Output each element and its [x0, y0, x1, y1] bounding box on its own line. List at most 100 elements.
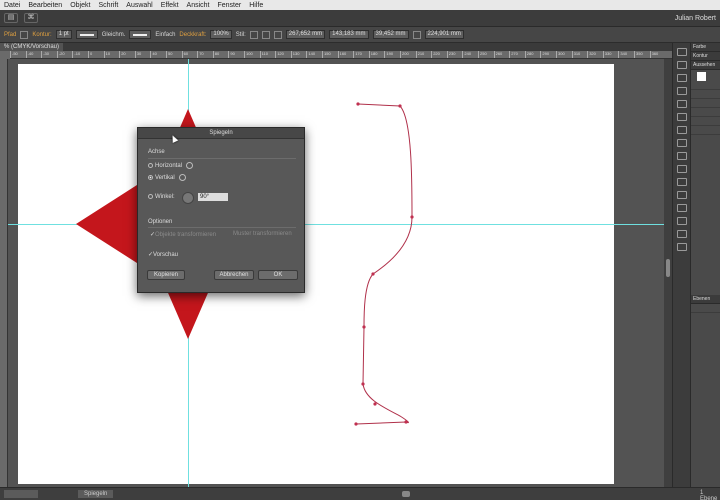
vertical-ruler[interactable]	[0, 59, 8, 487]
cancel-button[interactable]: Abbrechen	[214, 270, 254, 280]
ruler-tick-label: 250	[478, 51, 487, 58]
selection-type-label: Pfad	[4, 31, 17, 38]
selection-tool-icon[interactable]	[676, 48, 687, 56]
brush-definition[interactable]	[129, 30, 152, 39]
copy-button[interactable]: Kopieren	[147, 270, 185, 280]
vertical-option[interactable]: Vertikal	[148, 174, 186, 181]
opacity-label[interactable]: Deckkraft:	[179, 32, 206, 38]
artboard-navigation[interactable]: Spiegeln	[78, 490, 114, 498]
angle-radio[interactable]	[148, 194, 153, 199]
ruler-tick-label: 330	[602, 51, 611, 58]
appearance-row[interactable]	[691, 90, 720, 99]
angle-option[interactable]: Winkel:	[148, 194, 175, 200]
y-coordinate-field[interactable]: 143,183 mm	[329, 30, 369, 39]
pencil-tool-icon[interactable]	[676, 152, 687, 160]
stroke-label[interactable]: Kontur:	[32, 32, 51, 38]
horizontal-ruler[interactable]: -50 -40 -30 -20 -10 0 10 20 30 40 50 60 70 80 90 100 110…	[10, 51, 672, 59]
ruler-tick-label: 80	[212, 51, 219, 58]
type-tool-icon[interactable]	[676, 100, 687, 108]
ruler-tick-label: 230	[446, 51, 455, 58]
stroke-weight-field[interactable]: 1 pt	[55, 30, 72, 39]
dialog-title[interactable]: Spiegeln	[138, 128, 304, 139]
width-field[interactable]: 39,452 mm	[372, 30, 409, 39]
control-bar: Pfad Kontur: 1 pt Gleichm. Einfach Deckk…	[0, 27, 720, 43]
appearance-row[interactable]	[691, 126, 720, 135]
vertical-scroll-thumb[interactable]	[666, 259, 670, 277]
canvas[interactable]	[8, 59, 664, 487]
menu-effekt[interactable]: Effekt	[157, 2, 183, 9]
align-icon[interactable]	[261, 30, 270, 39]
angle-input[interactable]: 90°	[198, 193, 228, 201]
menu-hilfe[interactable]: Hilfe	[245, 2, 267, 9]
line-tool-icon[interactable]	[676, 113, 687, 121]
transform-patterns-option[interactable]: Muster transformieren	[233, 231, 292, 237]
document-tab-bar: % (CMYK/Vorschau)	[0, 43, 720, 51]
menu-datei[interactable]: Datei	[0, 2, 24, 9]
ruler-origin[interactable]	[0, 51, 10, 59]
menu-objekt[interactable]: Objekt	[66, 2, 94, 9]
ruler-tick-label: 120	[275, 51, 284, 58]
vertical-scrollbar[interactable]	[664, 59, 672, 487]
reference-point-icon[interactable]	[273, 30, 282, 39]
gradient-tool-icon[interactable]	[676, 230, 687, 238]
layer-row[interactable]	[691, 304, 720, 313]
horizontal-axis-icon	[186, 162, 194, 169]
width-tool-icon[interactable]	[676, 191, 687, 199]
color-panel-header[interactable]: Farbe	[691, 43, 720, 52]
ruler-tick-label: 40	[150, 51, 157, 58]
ruler-tick-label: -40	[25, 51, 33, 58]
menu-bearbeiten[interactable]: Bearbeiten	[24, 2, 66, 9]
user-name[interactable]: Julian Robert	[675, 15, 720, 22]
glass-outline-path[interactable]	[355, 103, 413, 425]
constrain-proportions-icon[interactable]	[412, 30, 421, 39]
layers-panel-header[interactable]: Ebenen	[691, 295, 720, 304]
angle-dial[interactable]	[182, 192, 194, 204]
stroke-panel-header[interactable]: Kontur	[691, 52, 720, 61]
horizontal-option[interactable]: Horizontal	[148, 162, 194, 169]
rectangle-tool-icon[interactable]	[676, 126, 687, 134]
ok-button[interactable]: OK	[258, 270, 298, 280]
eyedropper-tool-icon[interactable]	[676, 243, 687, 251]
menu-bar: Datei Bearbeiten Objekt Schrift Auswahl …	[0, 0, 720, 10]
appearance-row[interactable]	[691, 108, 720, 117]
reflect-dialog: Spiegeln Achse Horizontal Vertikal Winke…	[137, 127, 305, 293]
zoom-field[interactable]	[4, 490, 38, 498]
application-bar: ▤ ⌘ Julian Robert	[0, 10, 720, 27]
workspace-icon[interactable]: ⌘	[24, 13, 38, 23]
direct-selection-tool-icon[interactable]	[676, 61, 687, 69]
ruler-tick-label: 140	[306, 51, 315, 58]
scale-tool-icon[interactable]	[676, 178, 687, 186]
rotate-tool-icon[interactable]	[676, 165, 687, 173]
menu-ansicht[interactable]: Ansicht	[183, 2, 214, 9]
paintbrush-tool-icon[interactable]	[676, 139, 687, 147]
horizontal-radio[interactable]	[148, 163, 153, 168]
variable-width-profile[interactable]	[75, 30, 98, 39]
fill-swatch-icon[interactable]	[20, 30, 29, 39]
appearance-row[interactable]	[691, 117, 720, 126]
ruler-tick-label: -10	[72, 51, 80, 58]
x-coordinate-field[interactable]: 267,652 mm	[285, 30, 326, 39]
document-tab[interactable]: % (CMYK/Vorschau)	[0, 43, 64, 51]
arrange-documents-button[interactable]: ▤	[4, 13, 18, 23]
vertical-radio[interactable]	[148, 175, 153, 180]
menu-schrift[interactable]: Schrift	[94, 2, 122, 9]
appearance-row[interactable]	[691, 99, 720, 108]
magic-wand-tool-icon[interactable]	[676, 74, 687, 82]
height-field[interactable]: 224,901 mm	[424, 30, 464, 39]
transform-objects-option[interactable]: ✓Objekte transformieren	[150, 231, 216, 238]
fill-color-swatch[interactable]	[697, 72, 706, 81]
free-transform-tool-icon[interactable]	[676, 204, 687, 212]
options-divider	[148, 227, 296, 228]
menu-fenster[interactable]: Fenster	[214, 2, 246, 9]
shape-builder-tool-icon[interactable]	[676, 217, 687, 225]
style-swatch-icon[interactable]	[249, 30, 258, 39]
pen-tool-icon[interactable]	[676, 87, 687, 95]
preview-option[interactable]: ✓Vorschau	[148, 251, 178, 258]
menu-auswahl[interactable]: Auswahl	[122, 2, 156, 9]
appearance-panel-header[interactable]: Aussehen	[691, 61, 720, 70]
ruler-tick-label: 320	[587, 51, 596, 58]
opacity-field[interactable]: 100%	[210, 30, 232, 39]
appearance-row[interactable]	[691, 81, 720, 90]
horizontal-scroll-thumb[interactable]	[402, 491, 410, 497]
ruler-tick-label: 240	[462, 51, 471, 58]
